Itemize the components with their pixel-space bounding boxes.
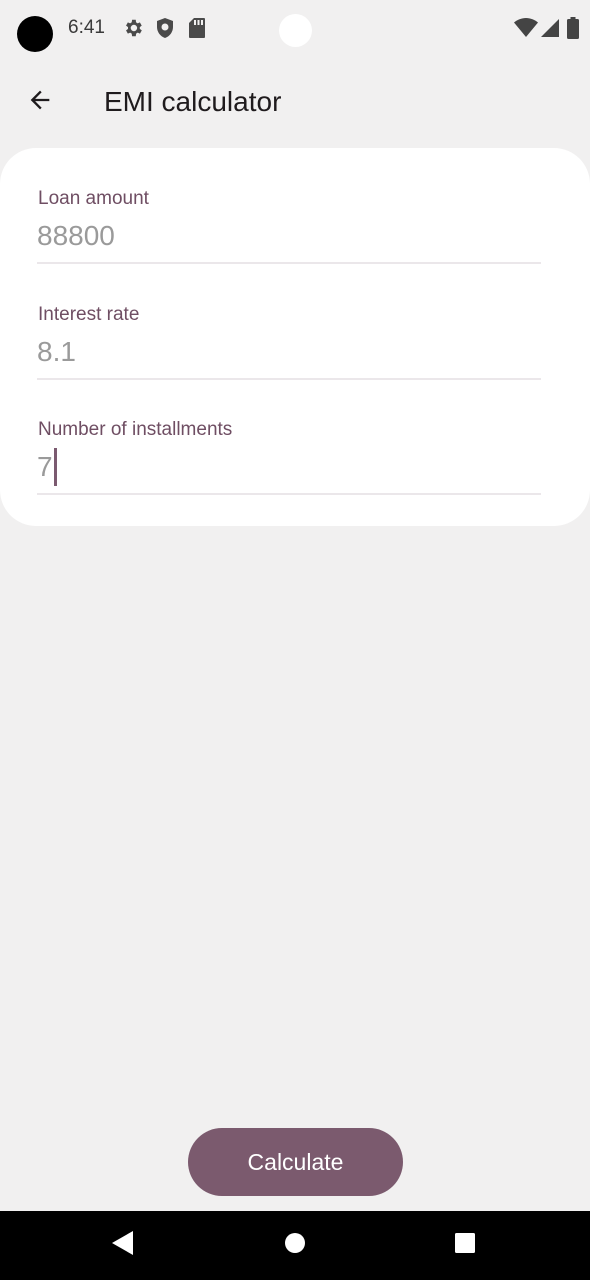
back-triangle-icon [111,1230,135,1261]
interest-rate-field[interactable]: Interest rate 8.1 [37,304,541,390]
status-time: 6:41 [68,17,105,38]
calculate-button[interactable]: Calculate [188,1128,403,1196]
interest-rate-label: Interest rate [38,304,140,325]
shield-icon [155,17,175,44]
installments-underline [37,493,541,495]
loan-amount-value: 88800 [37,220,115,251]
installments-label: Number of installments [38,419,233,440]
arrow-back-icon [26,86,54,119]
gear-icon [122,17,144,44]
interest-rate-input[interactable]: 8.1 [37,332,541,372]
screen: 6:41 EMI calculator Loan amount 88800 In… [0,0,590,1280]
nav-back-button[interactable] [83,1211,163,1280]
loan-amount-field[interactable]: Loan amount 88800 [37,188,541,274]
status-bar: 6:41 [0,0,590,60]
installments-value: 7 [37,451,53,482]
interest-rate-value: 8.1 [37,336,76,367]
battery-icon [567,17,579,44]
nav-home-button[interactable] [255,1211,335,1280]
form-card: Loan amount 88800 Interest rate 8.1 Numb… [0,148,590,526]
loan-amount-underline [37,262,541,264]
installments-input[interactable]: 7 [37,447,541,487]
recents-square-icon [454,1232,476,1259]
sd-card-icon [188,17,206,44]
text-cursor [53,448,57,486]
system-nav-bar [0,1211,590,1280]
camera-cutout [279,14,312,47]
signal-icon [540,18,560,43]
loan-amount-input[interactable]: 88800 [37,216,541,256]
interest-rate-underline [37,378,541,380]
back-button[interactable] [18,80,62,124]
page-title: EMI calculator [104,86,282,117]
camera-dot [17,16,53,52]
wifi-icon [514,18,538,43]
top-app-bar: EMI calculator [0,70,590,134]
home-circle-icon [284,1232,306,1259]
nav-recents-button[interactable] [425,1211,505,1280]
installments-field[interactable]: Number of installments 7 [37,419,541,505]
loan-amount-label: Loan amount [38,188,149,209]
